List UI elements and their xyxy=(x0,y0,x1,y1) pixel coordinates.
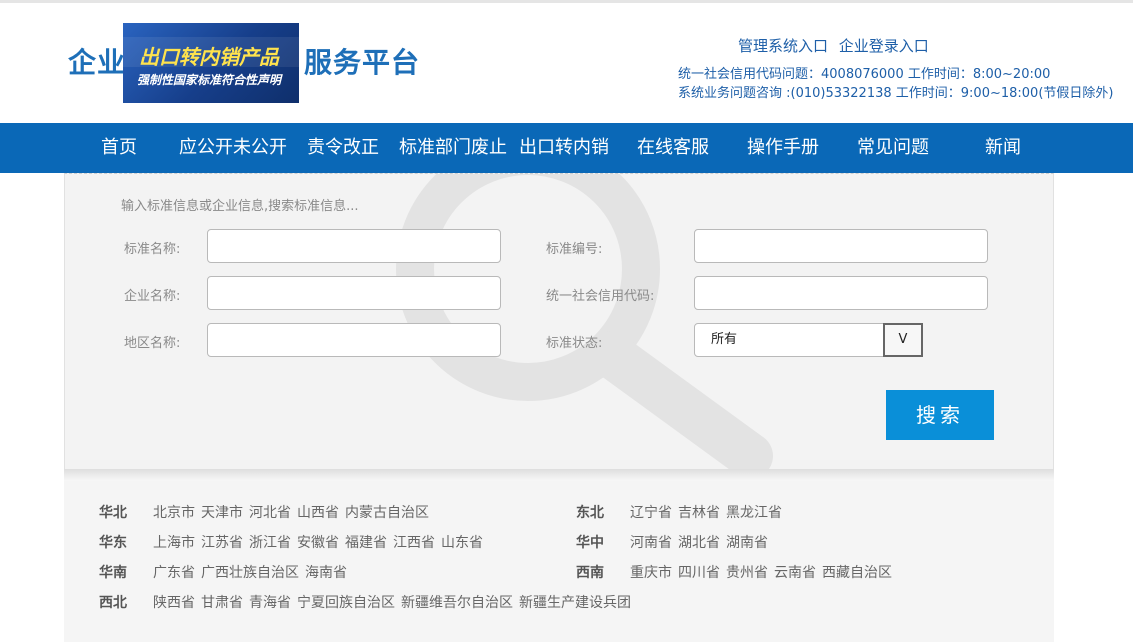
contact-business: 系统业务问题咨询 :(010)53322138 工作时间：9:00~18:00(… xyxy=(678,86,1114,101)
region-name-south: 华南 xyxy=(99,565,127,581)
region-link[interactable]: 四川省 xyxy=(678,565,720,581)
region-link[interactable]: 广西壮族自治区 xyxy=(201,565,299,581)
region-link[interactable]: 云南省 xyxy=(774,565,816,581)
region-link[interactable]: 河南省 xyxy=(630,535,672,551)
region-link[interactable]: 山西省 xyxy=(297,505,339,521)
search-hint: 输入标准信息或企业信息,搜索标准信息... xyxy=(121,199,359,214)
nav-manual[interactable]: 操作手册 xyxy=(747,123,819,173)
promo-title: 出口转内销产品 xyxy=(139,45,279,69)
main-nav: 首页 应公开未公开 责令改正 标准部门废止 出口转内销 在线客服 操作手册 常见… xyxy=(0,123,1133,173)
panel-shadow xyxy=(64,469,1054,481)
region-link[interactable]: 青海省 xyxy=(249,595,291,611)
header-links: 管理系统入口 企业登录入口 xyxy=(738,35,935,56)
region-name-northeast: 东北 xyxy=(576,505,604,521)
admin-entry-link[interactable]: 管理系统入口 xyxy=(738,37,828,55)
region-name-east: 华东 xyxy=(99,535,127,551)
region-link[interactable]: 海南省 xyxy=(305,565,347,581)
region-list-east: 上海市 江苏省 浙江省 安徽省 福建省 江西省 山东省 xyxy=(153,532,489,552)
nav-news[interactable]: 新闻 xyxy=(985,123,1021,173)
region-link[interactable]: 重庆市 xyxy=(630,565,672,581)
region-name-central: 华中 xyxy=(576,535,604,551)
region-input[interactable] xyxy=(207,323,501,357)
nav-rectification[interactable]: 责令改正 xyxy=(307,123,379,173)
search-button[interactable]: 搜索 xyxy=(886,390,994,440)
nav-home[interactable]: 首页 xyxy=(101,123,137,173)
region-name-northwest: 西北 xyxy=(99,595,127,611)
region-link[interactable]: 新疆生产建设兵团 xyxy=(519,595,631,611)
site-title-left: 企业 xyxy=(68,46,127,79)
region-link[interactable]: 内蒙古自治区 xyxy=(345,505,429,521)
region-link[interactable]: 安徽省 xyxy=(297,535,339,551)
company-name-input[interactable] xyxy=(207,276,501,310)
credit-code-label: 统一社会信用代码: xyxy=(546,289,655,304)
region-link[interactable]: 广东省 xyxy=(153,565,195,581)
contact-credit-code: 统一社会信用代码问题：4008076000 工作时间：8:00~20:00 xyxy=(678,67,1051,82)
standard-no-label: 标准编号: xyxy=(546,242,603,257)
region-link[interactable]: 宁夏回族自治区 xyxy=(297,595,395,611)
region-list-northeast: 辽宁省 吉林省 黑龙江省 xyxy=(630,502,788,522)
region-list-northwest: 陕西省 甘肃省 青海省 宁夏回族自治区 新疆维吾尔自治区 新疆生产建设兵团 xyxy=(153,592,637,612)
company-name-label: 企业名称: xyxy=(124,289,181,304)
region-link[interactable]: 辽宁省 xyxy=(630,505,672,521)
region-list-southwest: 重庆市 四川省 贵州省 云南省 西藏自治区 xyxy=(630,562,898,582)
site-title-right: 服务平台 xyxy=(304,46,421,79)
region-link[interactable]: 天津市 xyxy=(201,505,243,521)
region-link[interactable]: 西藏自治区 xyxy=(822,565,892,581)
region-link[interactable]: 河北省 xyxy=(249,505,291,521)
status-dropdown-button[interactable]: V xyxy=(883,323,923,357)
company-login-link[interactable]: 企业登录入口 xyxy=(839,37,929,55)
region-link[interactable]: 湖南省 xyxy=(726,535,768,551)
standard-name-label: 标准名称: xyxy=(124,242,181,257)
promo-subtitle: 强制性国家标准符合性声明 xyxy=(137,73,282,87)
status-select[interactable]: 所有 xyxy=(694,323,884,357)
header: 企业 服务平台 出口转内销产品 强制性国家标准符合性声明 管理系统入口 企业登录入… xyxy=(0,3,1133,123)
nav-export-domestic[interactable]: 出口转内销 xyxy=(519,123,609,173)
nav-faq[interactable]: 常见问题 xyxy=(857,123,929,173)
promo-banner[interactable]: 出口转内销产品 强制性国家标准符合性声明 xyxy=(123,23,299,103)
region-link[interactable]: 甘肃省 xyxy=(201,595,243,611)
region-link[interactable]: 吉林省 xyxy=(678,505,720,521)
region-link[interactable]: 福建省 xyxy=(345,535,387,551)
region-link[interactable]: 江苏省 xyxy=(201,535,243,551)
standard-name-input[interactable] xyxy=(207,229,501,263)
region-link[interactable]: 上海市 xyxy=(153,535,195,551)
region-link[interactable]: 浙江省 xyxy=(249,535,291,551)
region-link[interactable]: 江西省 xyxy=(393,535,435,551)
region-link[interactable]: 山东省 xyxy=(441,535,483,551)
region-link[interactable]: 黑龙江省 xyxy=(726,505,782,521)
nav-abolished[interactable]: 标准部门废止 xyxy=(399,123,507,173)
region-directory: 华北 北京市 天津市 河北省 山西省 内蒙古自治区 东北 辽宁省 吉林省 黑龙江省 华东 上… xyxy=(64,481,1054,642)
region-name-north: 华北 xyxy=(99,505,127,521)
region-link[interactable]: 北京市 xyxy=(153,505,195,521)
search-panel: 输入标准信息或企业信息,搜索标准信息... 标准名称: 标准编号: 企业名称: … xyxy=(64,173,1054,469)
status-label: 标准状态: xyxy=(546,336,603,351)
region-label: 地区名称: xyxy=(124,336,181,351)
nav-unpublished[interactable]: 应公开未公开 xyxy=(179,123,287,173)
credit-code-input[interactable] xyxy=(694,276,988,310)
standard-no-input[interactable] xyxy=(694,229,988,263)
region-link[interactable]: 湖北省 xyxy=(678,535,720,551)
region-link[interactable]: 贵州省 xyxy=(726,565,768,581)
region-list-north: 北京市 天津市 河北省 山西省 内蒙古自治区 xyxy=(153,502,435,522)
region-link[interactable]: 新疆维吾尔自治区 xyxy=(401,595,513,611)
region-link[interactable]: 陕西省 xyxy=(153,595,195,611)
region-list-central: 河南省 湖北省 湖南省 xyxy=(630,532,774,552)
region-name-southwest: 西南 xyxy=(576,565,604,581)
nav-online-service[interactable]: 在线客服 xyxy=(637,123,709,173)
region-list-south: 广东省 广西壮族自治区 海南省 xyxy=(153,562,353,582)
